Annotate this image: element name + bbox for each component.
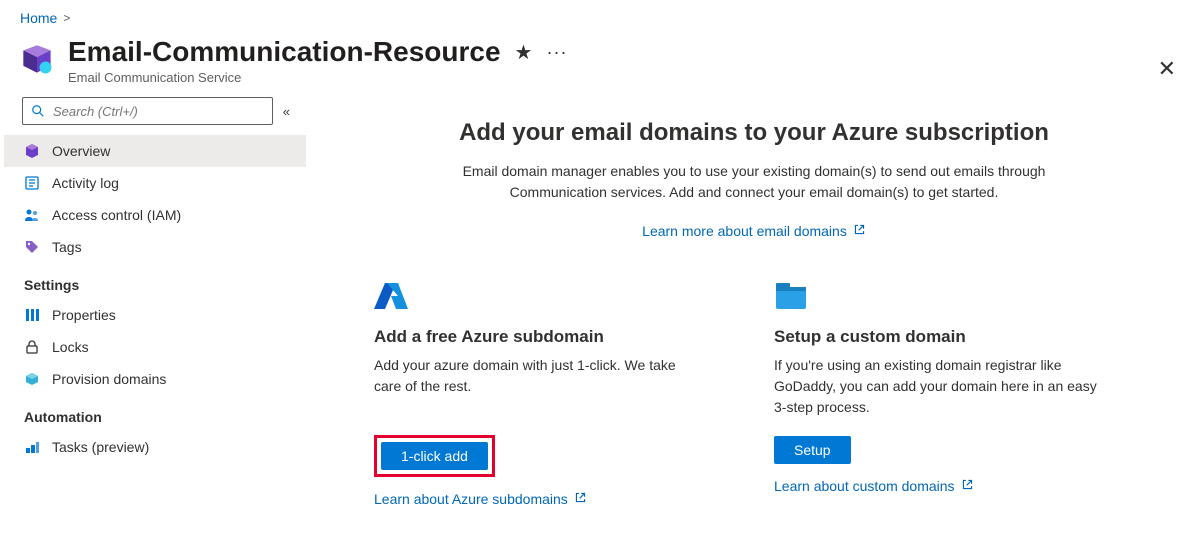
sidebar-item-locks[interactable]: Locks [4, 331, 306, 363]
resource-icon [20, 42, 54, 76]
sidebar-item-access-control[interactable]: Access control (IAM) [4, 199, 306, 231]
external-link-icon [961, 478, 974, 494]
breadcrumb-home[interactable]: Home [20, 10, 57, 26]
search-input[interactable] [53, 104, 264, 119]
cards-row: Add a free Azure subdomain Add your azur… [368, 279, 1140, 507]
sidebar-item-overview[interactable]: Overview [4, 135, 306, 167]
sidebar: « Overview Activity log Access control (… [0, 95, 308, 536]
chevron-right-icon: > [63, 11, 70, 25]
sidebar-item-tags[interactable]: Tags [4, 231, 306, 263]
card-desc: If you're using an existing domain regis… [774, 355, 1104, 418]
hero-title: Add your email domains to your Azure sub… [368, 119, 1140, 147]
sidebar-item-tasks[interactable]: Tasks (preview) [4, 431, 306, 463]
external-link-icon [574, 491, 587, 507]
collapse-sidebar-icon[interactable]: « [283, 104, 290, 119]
tasks-icon [24, 439, 40, 455]
one-click-add-button[interactable]: 1-click add [381, 442, 488, 470]
sidebar-heading-settings: Settings [4, 263, 306, 299]
search-icon [31, 104, 45, 118]
page-subtitle: Email Communication Service [68, 70, 567, 85]
sidebar-item-label: Provision domains [52, 371, 166, 387]
azure-logo-icon [374, 279, 408, 313]
breadcrumb: Home > [0, 0, 1200, 32]
sidebar-item-label: Tasks (preview) [52, 439, 149, 455]
close-icon[interactable]: ✕ [1158, 56, 1176, 82]
hero-description: Email domain manager enables you to use … [414, 161, 1094, 203]
card-title: Setup a custom domain [774, 327, 1104, 347]
favorite-star-icon[interactable]: ★ [515, 40, 533, 65]
sidebar-item-activity-log[interactable]: Activity log [4, 167, 306, 199]
sidebar-item-label: Access control (IAM) [52, 207, 181, 223]
more-menu-icon[interactable]: ··· [546, 42, 567, 63]
card-desc: Add your azure domain with just 1-click.… [374, 355, 704, 417]
sidebar-item-label: Tags [52, 239, 82, 255]
resource-header: Email-Communication-Resource ★ ··· Email… [0, 32, 1200, 95]
sidebar-item-provision-domains[interactable]: Provision domains [4, 363, 306, 395]
link-text: Learn more about email domains [642, 223, 847, 239]
activity-log-icon [24, 175, 40, 191]
folder-icon [774, 279, 808, 313]
sidebar-item-label: Activity log [52, 175, 119, 191]
link-text: Learn about Azure subdomains [374, 491, 568, 507]
properties-icon [24, 307, 40, 323]
learn-custom-domains-link[interactable]: Learn about custom domains [774, 478, 974, 494]
hero-section: Add your email domains to your Azure sub… [368, 119, 1140, 239]
tags-icon [24, 239, 40, 255]
sidebar-item-label: Overview [52, 143, 110, 159]
sidebar-item-label: Properties [52, 307, 116, 323]
card-custom-domain: Setup a custom domain If you're using an… [774, 279, 1104, 507]
page-title: Email-Communication-Resource [68, 36, 501, 68]
card-title: Add a free Azure subdomain [374, 327, 704, 347]
sidebar-item-properties[interactable]: Properties [4, 299, 306, 331]
learn-azure-subdomains-link[interactable]: Learn about Azure subdomains [374, 491, 587, 507]
overview-icon [24, 143, 40, 159]
provision-domains-icon [24, 371, 40, 387]
external-link-icon [853, 223, 866, 239]
sidebar-item-label: Locks [52, 339, 89, 355]
main-content: Add your email domains to your Azure sub… [308, 95, 1200, 536]
search-box[interactable] [22, 97, 273, 125]
hero-learn-more-link[interactable]: Learn more about email domains [642, 223, 866, 239]
access-control-icon [24, 207, 40, 223]
setup-button[interactable]: Setup [774, 436, 851, 464]
sidebar-heading-automation: Automation [4, 395, 306, 431]
highlight-box: 1-click add [374, 435, 495, 477]
link-text: Learn about custom domains [774, 478, 955, 494]
card-azure-subdomain: Add a free Azure subdomain Add your azur… [374, 279, 704, 507]
sidebar-nav: Overview Activity log Access control (IA… [4, 135, 308, 536]
lock-icon [24, 339, 40, 355]
